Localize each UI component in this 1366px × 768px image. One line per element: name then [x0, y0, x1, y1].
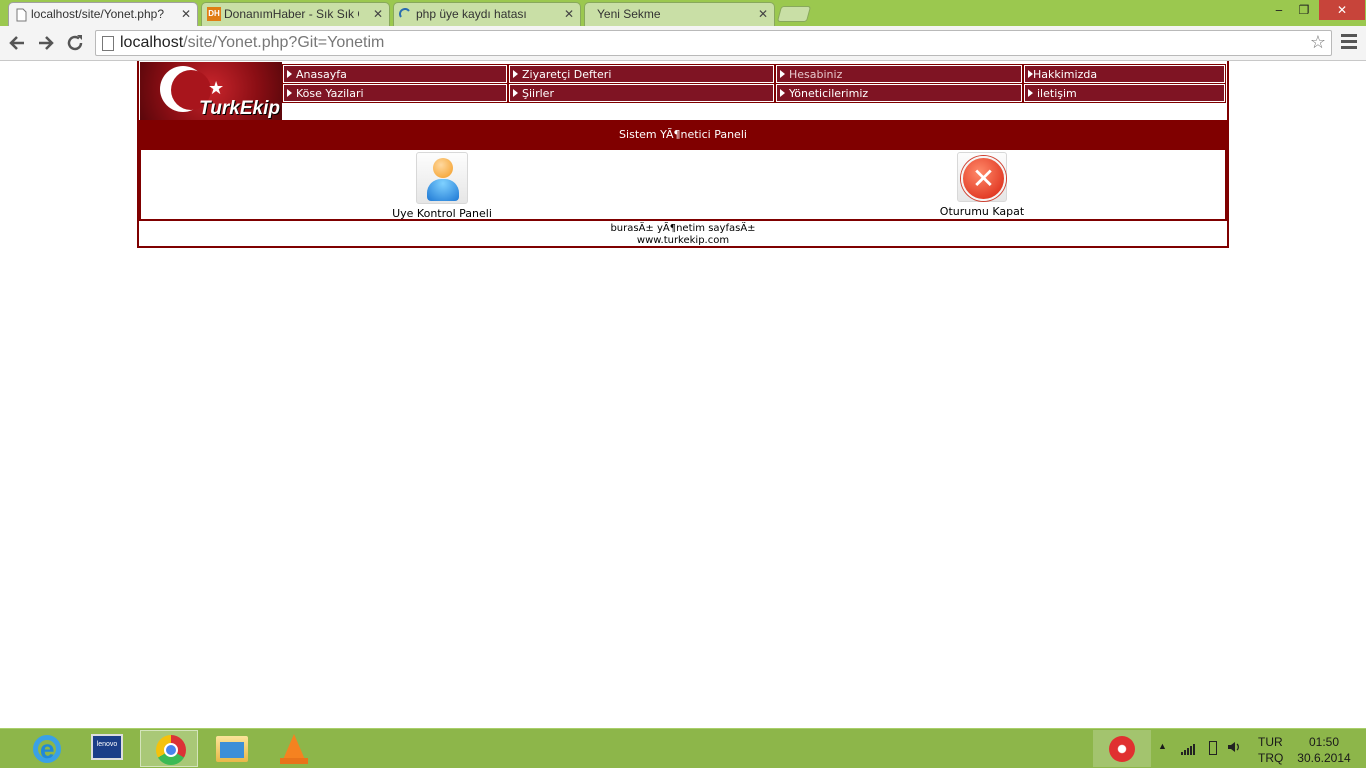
tab-close-icon[interactable]: ✕ — [564, 3, 574, 25]
chrome-icon — [156, 735, 186, 765]
menu-item-siirler[interactable]: Şiirler — [508, 83, 775, 103]
taskbar-lenovo[interactable]: lenovo — [78, 730, 136, 767]
taskbar-internet-explorer[interactable] — [16, 730, 74, 767]
tab-yonet[interactable]: localhost/site/Yonet.php? ✕ — [8, 2, 198, 26]
site-container: ★ TurkEkip Anasayfa Ziyaretçi Defteri He… — [137, 61, 1229, 248]
oturumu-kapat-link[interactable]: ✕ Oturumu Kapat — [927, 152, 1037, 218]
vlc-cone-icon — [280, 734, 308, 764]
menu-item-kose-yazilari[interactable]: Köse Yazilari — [282, 83, 508, 103]
forward-arrow-icon — [39, 36, 54, 50]
tab-php-uye[interactable]: php üye kaydı hatası ✕ — [393, 2, 581, 26]
keyboard-code: TRQ — [1258, 751, 1284, 765]
clock[interactable]: 01:50 30.6.2014 — [1293, 734, 1355, 766]
page-icon — [14, 7, 28, 22]
tab-title: Yeni Sekme — [597, 7, 661, 21]
donanimhaber-favicon-icon: DH — [207, 7, 221, 21]
tab-yeni-sekme[interactable]: Yeni Sekme ✕ — [584, 2, 775, 26]
admin-panel: Uye Kontrol Paneli ✕ Oturumu Kapat — [139, 150, 1227, 221]
tab-title: localhost/site/Yonet.php? — [31, 7, 164, 21]
taskbar-vlc[interactable] — [264, 730, 322, 767]
user-body — [427, 179, 459, 201]
new-tab-button[interactable] — [776, 6, 812, 22]
reload-button[interactable] — [64, 32, 86, 54]
back-arrow-icon — [9, 36, 24, 50]
language-code: TUR — [1258, 735, 1283, 749]
uye-kontrol-paneli-link[interactable]: Uye Kontrol Paneli — [387, 152, 497, 220]
forward-button[interactable] — [35, 32, 57, 54]
tab-close-icon[interactable]: ✕ — [758, 3, 768, 25]
browser-toolbar: localhost/site/Yonet.php?Git=Yonetim ☆ — [0, 26, 1366, 61]
x-circle: ✕ — [961, 156, 1006, 201]
close-window-button[interactable]: ✕ — [1319, 0, 1365, 20]
menu-item-anasayfa[interactable]: Anasayfa — [282, 64, 508, 84]
reload-icon — [67, 35, 83, 51]
tab-close-icon[interactable]: ✕ — [181, 3, 191, 25]
network-signal-icon[interactable] — [1181, 743, 1195, 755]
footer: burasÄ± yÃ¶netim sayfasÄ± www.turkekip.c… — [139, 222, 1227, 246]
menu-item-ziyaretci-defteri[interactable]: Ziyaretçi Defteri — [508, 64, 775, 84]
hamburger-menu-icon[interactable] — [1341, 34, 1357, 52]
loading-icon — [399, 7, 413, 21]
panel-title: Sistem YÃ¶netici Paneli — [139, 120, 1227, 150]
bookmark-star-icon[interactable]: ☆ — [1310, 32, 1326, 53]
address-url: localhost/site/Yonet.php?Git=Yonetim — [120, 34, 385, 51]
browser-tab-bar: localhost/site/Yonet.php? ✕ DH DonanımHa… — [0, 0, 1366, 26]
taskbar-file-explorer[interactable] — [202, 730, 260, 767]
back-button[interactable] — [6, 32, 28, 54]
tray-notification-icon[interactable] — [1093, 730, 1151, 767]
maximize-button[interactable]: ❐ — [1293, 0, 1315, 20]
windows-taskbar: lenovo ▲ TUR TRQ 01:50 30.6.2014 — [0, 728, 1366, 768]
page-icon — [102, 36, 114, 51]
footer-link[interactable]: www.turkekip.com — [139, 235, 1227, 247]
menu-item-iletisim[interactable]: iletişim — [1023, 83, 1226, 103]
clock-date: 30.6.2014 — [1297, 751, 1351, 765]
taskbar-chrome[interactable] — [140, 730, 198, 767]
turkekip-logo[interactable]: ★ TurkEkip — [140, 62, 282, 120]
tab-donanimhaber[interactable]: DH DonanımHaber - Sık Sık G ✕ — [201, 2, 390, 26]
uye-kontrol-paneli-label[interactable]: Uye Kontrol Paneli — [387, 207, 497, 220]
close-x-icon[interactable]: ✕ — [957, 152, 1007, 202]
menu-item-hesabiniz[interactable]: Hesabiniz — [775, 64, 1023, 84]
tab-close-icon[interactable]: ✕ — [373, 3, 383, 25]
folder-icon — [216, 736, 248, 762]
tab-title: DonanımHaber - Sık Sık G — [224, 7, 359, 21]
volume-icon[interactable] — [1226, 739, 1242, 759]
battery-icon[interactable] — [1209, 741, 1217, 755]
oturumu-kapat-label[interactable]: Oturumu Kapat — [927, 205, 1037, 218]
footer-text: burasÄ± yÃ¶netim sayfasÄ± — [610, 223, 756, 234]
star-icon: ★ — [208, 78, 225, 99]
user-icon[interactable] — [416, 152, 468, 204]
address-bar[interactable]: localhost/site/Yonet.php?Git=Yonetim ☆ — [95, 30, 1332, 56]
internet-explorer-icon — [33, 734, 61, 765]
menu-item-yoneticilerimiz[interactable]: Yöneticilerimiz — [775, 83, 1023, 103]
tab-title: php üye kaydı hatası — [416, 7, 527, 21]
lenovo-icon: lenovo — [91, 734, 123, 760]
menu-item-hakkimizda[interactable]: Hakkimizda — [1023, 64, 1226, 84]
logo-text: TurkEkip — [199, 98, 280, 119]
clock-time: 01:50 — [1308, 735, 1340, 749]
minimize-button[interactable]: ‒ — [1268, 0, 1290, 20]
tray-expand-icon[interactable]: ▲ — [1158, 741, 1167, 751]
language-indicator[interactable]: TUR TRQ — [1258, 734, 1283, 766]
user-head — [433, 158, 453, 178]
